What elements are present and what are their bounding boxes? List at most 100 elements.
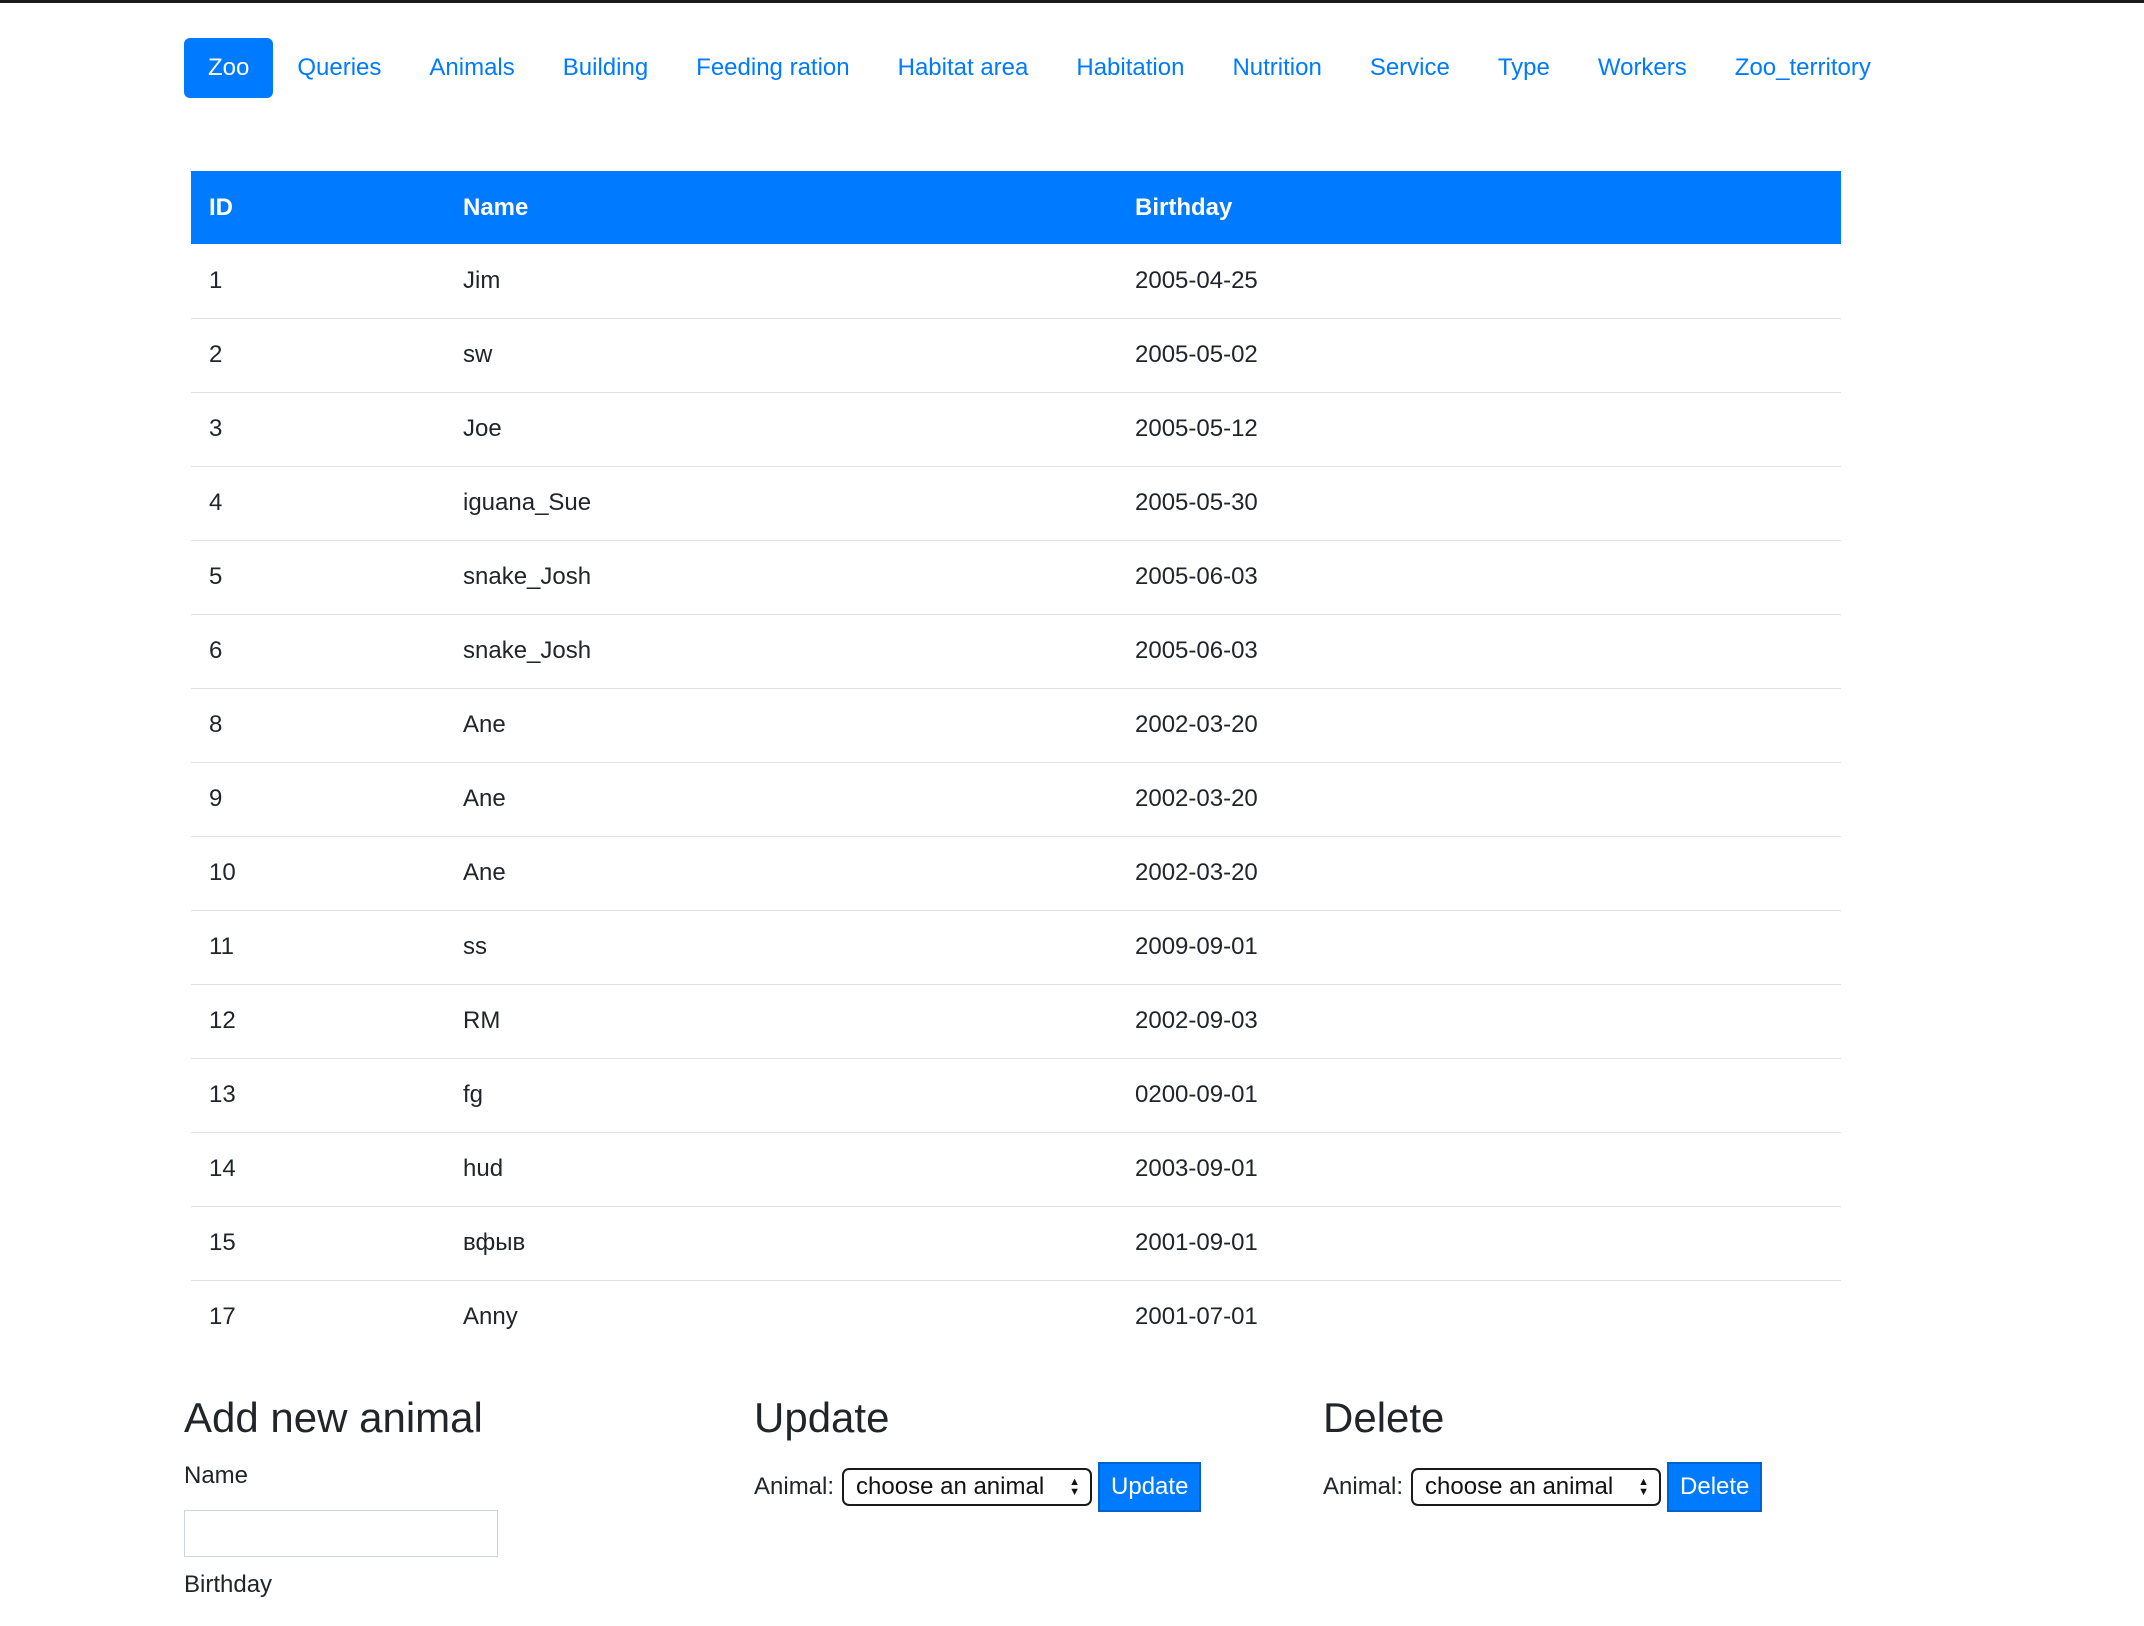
column-header-birthday: Birthday [1135, 193, 1233, 221]
cell-birthday: 2009-09-01 [1117, 910, 1841, 985]
select-arrows-icon: ▲ ▼ [1069, 1476, 1081, 1498]
nav-item-feeding-ration[interactable]: Feeding ration [672, 38, 873, 98]
table-row: 11 ss 2009-09-01 [191, 910, 1841, 985]
nav-item-animals[interactable]: Animals [405, 38, 538, 98]
delete-select-value: choose an animal [1425, 1473, 1614, 1500]
delete-title: Delete [1323, 1394, 1445, 1441]
cell-id: 15 [191, 1206, 445, 1281]
cell-id: 11 [191, 910, 445, 985]
update-section: Update Animal: choose an animal ▲ ▼ Updat… [754, 1388, 1202, 1512]
update-animal-select[interactable]: choose an animal ▲ ▼ [842, 1468, 1093, 1506]
name-label: Name [184, 1462, 249, 1489]
table-row: 5 snake_Josh 2005-06-03 [191, 540, 1841, 615]
table-row: 15 вфыв 2001-09-01 [191, 1206, 1841, 1281]
cell-birthday: 2005-04-25 [1117, 244, 1841, 319]
cell-id: 4 [191, 466, 445, 541]
nav-item-nutrition[interactable]: Nutrition [1208, 38, 1345, 98]
cell-name: sw [445, 318, 1117, 393]
cell-id: 9 [191, 762, 445, 837]
cell-id: 6 [191, 614, 445, 689]
cell-name: Joe [445, 392, 1117, 467]
cell-name: fg [445, 1058, 1117, 1133]
column-header-name: Name [463, 193, 529, 221]
cell-id: 5 [191, 540, 445, 615]
table-row: 13 fg 0200-09-01 [191, 1058, 1841, 1133]
cell-birthday: 2005-05-12 [1117, 392, 1841, 467]
nav-item-zoo-territory[interactable]: Zoo_territory [1711, 38, 1895, 98]
delete-animal-label: Animal: [1323, 1473, 1404, 1500]
column-header-id: ID [209, 193, 233, 221]
cell-birthday: 2005-06-03 [1117, 614, 1841, 689]
cell-name: RM [445, 984, 1117, 1059]
cell-name: hud [445, 1132, 1117, 1207]
cell-id: 8 [191, 688, 445, 763]
table-row: 10 Ane 2002-03-20 [191, 836, 1841, 911]
table-row: 3 Joe 2005-05-12 [191, 392, 1841, 467]
cell-birthday: 2005-05-30 [1117, 466, 1841, 541]
nav-item-type[interactable]: Type [1474, 38, 1574, 98]
table-row: 6 snake_Josh 2005-06-03 [191, 614, 1841, 689]
table-header-row: ID Name Birthday [191, 171, 1841, 244]
update-animal-label: Animal: [754, 1473, 835, 1500]
nav-item-workers[interactable]: Workers [1574, 38, 1711, 98]
table-row: 1 Jim 2005-04-25 [191, 244, 1841, 319]
top-border [0, 0, 2144, 3]
update-select-value: choose an animal [856, 1473, 1045, 1500]
delete-animal-select[interactable]: choose an animal ▲ ▼ [1411, 1468, 1662, 1506]
table-body: 1 Jim 2005-04-25 2 sw 2005-05-02 3 Joe 2005-05-1… [191, 244, 1841, 1354]
cell-name: ss [445, 910, 1117, 985]
table-row: 2 sw 2005-05-02 [191, 318, 1841, 393]
cell-name: Jim [445, 244, 1117, 319]
cell-name: вфыв [445, 1206, 1117, 1281]
delete-form-row: Animal: choose an animal ▲ ▼ Delete [1323, 1462, 1763, 1512]
table-row: 8 Ane 2002-03-20 [191, 688, 1841, 763]
main-nav: Zoo Queries Animals Building Feeding rat… [184, 38, 1895, 98]
nav-item-building[interactable]: Building [539, 38, 672, 98]
cell-id: 1 [191, 244, 445, 319]
update-title: Update [754, 1394, 890, 1441]
nav-item-zoo[interactable]: Zoo [184, 38, 274, 98]
cell-birthday: 2002-03-20 [1117, 688, 1841, 763]
name-input[interactable] [184, 1510, 498, 1557]
cell-name: iguana_Sue [445, 466, 1117, 541]
birthday-label: Birthday [184, 1571, 273, 1598]
cell-id: 12 [191, 984, 445, 1059]
cell-name: snake_Josh [445, 614, 1117, 689]
animals-table: ID Name Birthday 1 Jim 2005-04-25 2 sw 2005-0… [191, 171, 1841, 1354]
cell-name: Ane [445, 762, 1117, 837]
cell-id: 14 [191, 1132, 445, 1207]
cell-birthday: 2002-03-20 [1117, 836, 1841, 911]
cell-name: Ane [445, 836, 1117, 911]
cell-birthday: 2002-09-03 [1117, 984, 1841, 1059]
add-animal-title: Add new animal [184, 1394, 483, 1441]
cell-id: 17 [209, 1303, 236, 1331]
cell-birthday: 2005-05-02 [1117, 318, 1841, 393]
nav-item-queries[interactable]: Queries [273, 38, 405, 98]
table-row: 12 RM 2002-09-03 [191, 984, 1841, 1059]
add-animal-section: Add new animal Name Birthday [184, 1388, 498, 1601]
cell-name: snake_Josh [445, 540, 1117, 615]
delete-button[interactable]: Delete [1667, 1462, 1763, 1512]
cell-birthday: 2003-09-01 [1117, 1132, 1841, 1207]
cell-id: 10 [191, 836, 445, 911]
nav-item-service[interactable]: Service [1346, 38, 1474, 98]
cell-id: 13 [191, 1058, 445, 1133]
cell-name: Anny [463, 1303, 518, 1331]
cell-birthday: 2005-06-03 [1117, 540, 1841, 615]
nav-item-habitat-area[interactable]: Habitat area [874, 38, 1053, 98]
select-arrows-icon: ▲ ▼ [1638, 1476, 1650, 1498]
update-form-row: Animal: choose an animal ▲ ▼ Update [754, 1462, 1202, 1512]
table-row: 14 hud 2003-09-01 [191, 1132, 1841, 1207]
delete-section: Delete Animal: choose an animal ▲ ▼ Delet… [1323, 1388, 1763, 1512]
cell-id: 3 [191, 392, 445, 467]
table-row: 4 iguana_Sue 2005-05-30 [191, 466, 1841, 541]
cell-birthday: 2002-03-20 [1117, 762, 1841, 837]
table-row: 17 Anny 2001-07-01 [191, 1280, 1841, 1354]
animals-table-container: ID Name Birthday 1 Jim 2005-04-25 2 sw 2005-0… [191, 171, 1841, 1354]
cell-birthday: 0200-09-01 [1117, 1058, 1841, 1133]
nav-item-habitation[interactable]: Habitation [1052, 38, 1208, 98]
cell-birthday: 2001-09-01 [1117, 1206, 1841, 1281]
table-row: 9 Ane 2002-03-20 [191, 762, 1841, 837]
update-button[interactable]: Update [1098, 1462, 1202, 1512]
cell-name: Ane [445, 688, 1117, 763]
